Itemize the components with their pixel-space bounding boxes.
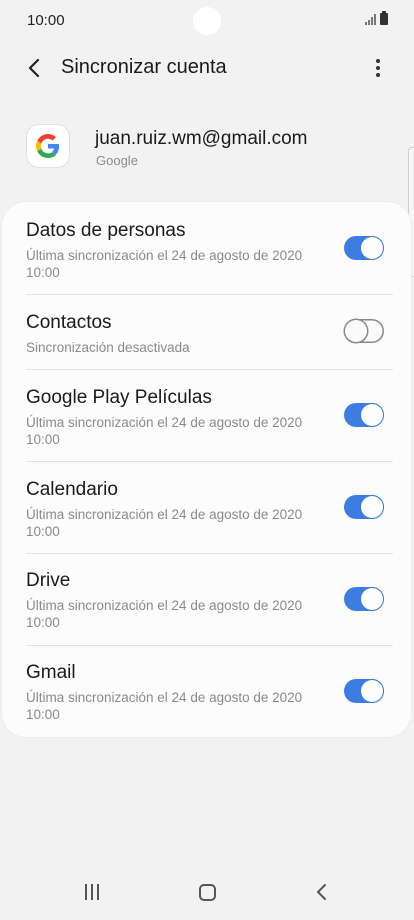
toggle-contactos[interactable]	[344, 319, 384, 343]
more-options-button[interactable]	[362, 52, 394, 84]
page-title: Sincronizar cuenta	[61, 56, 227, 78]
battery-icon	[380, 11, 388, 25]
account-email: juan.ruiz.wm@gmail.com	[95, 128, 308, 149]
sync-item-contactos[interactable]: Contactos Sincronización desactivada	[26, 312, 387, 362]
account-type: Google	[96, 153, 138, 168]
camera-cutout	[193, 7, 221, 35]
sync-item-title: Gmail	[26, 662, 76, 683]
toggle-calendario[interactable]	[344, 495, 384, 519]
sync-list: Datos de personas Última sincronización …	[2, 202, 411, 737]
divider	[26, 553, 393, 554]
app-bar: Sincronizar cuenta	[0, 44, 414, 90]
toggle-datos-de-personas[interactable]	[344, 236, 384, 260]
account-header: juan.ruiz.wm@gmail.com Google	[0, 122, 414, 178]
back-arrow-icon	[28, 58, 40, 78]
sync-item-subtitle: Última sincronización el 24 de agosto de…	[26, 598, 303, 630]
back-button[interactable]	[18, 52, 50, 84]
toggle-google-play-peliculas[interactable]	[344, 403, 384, 427]
sync-item-title: Google Play Películas	[26, 387, 212, 408]
sync-item-title: Datos de personas	[26, 220, 186, 241]
status-time: 10:00	[27, 12, 65, 29]
divider	[26, 369, 393, 370]
divider	[26, 294, 393, 295]
sync-item-subtitle: Última sincronización el 24 de agosto de…	[26, 507, 303, 539]
sync-item-google-play-peliculas[interactable]: Google Play Películas Última sincronizac…	[26, 387, 387, 465]
sync-item-subtitle: Última sincronización el 24 de agosto de…	[26, 690, 303, 722]
sync-item-subtitle: Última sincronización el 24 de agosto de…	[26, 248, 303, 280]
divider	[26, 461, 393, 462]
more-vert-icon	[376, 59, 380, 63]
sync-item-drive[interactable]: Drive Última sincronización el 24 de ago…	[26, 570, 387, 648]
sync-item-datos-de-personas[interactable]: Datos de personas Última sincronización …	[26, 220, 387, 298]
sync-item-subtitle: Última sincronización el 24 de agosto de…	[26, 415, 303, 447]
back-icon[interactable]	[312, 882, 332, 902]
toggle-gmail[interactable]	[344, 679, 384, 703]
google-logo-icon	[27, 125, 69, 167]
status-bar: 10:00	[0, 0, 414, 42]
toggle-drive[interactable]	[344, 587, 384, 611]
sync-item-title: Drive	[26, 570, 71, 591]
sync-item-title: Contactos	[26, 312, 112, 333]
sync-item-title: Calendario	[26, 479, 118, 500]
sync-item-calendario[interactable]: Calendario Última sincronización el 24 d…	[26, 479, 387, 557]
sync-item-gmail[interactable]: Gmail Última sincronización el 24 de ago…	[26, 662, 387, 740]
status-icons	[365, 11, 388, 25]
divider	[26, 645, 393, 646]
navigation-bar	[0, 868, 414, 920]
recents-icon[interactable]	[83, 884, 101, 902]
signal-icon	[365, 14, 376, 25]
sync-item-subtitle: Sincronización desactivada	[26, 340, 190, 355]
home-icon[interactable]	[199, 884, 216, 901]
